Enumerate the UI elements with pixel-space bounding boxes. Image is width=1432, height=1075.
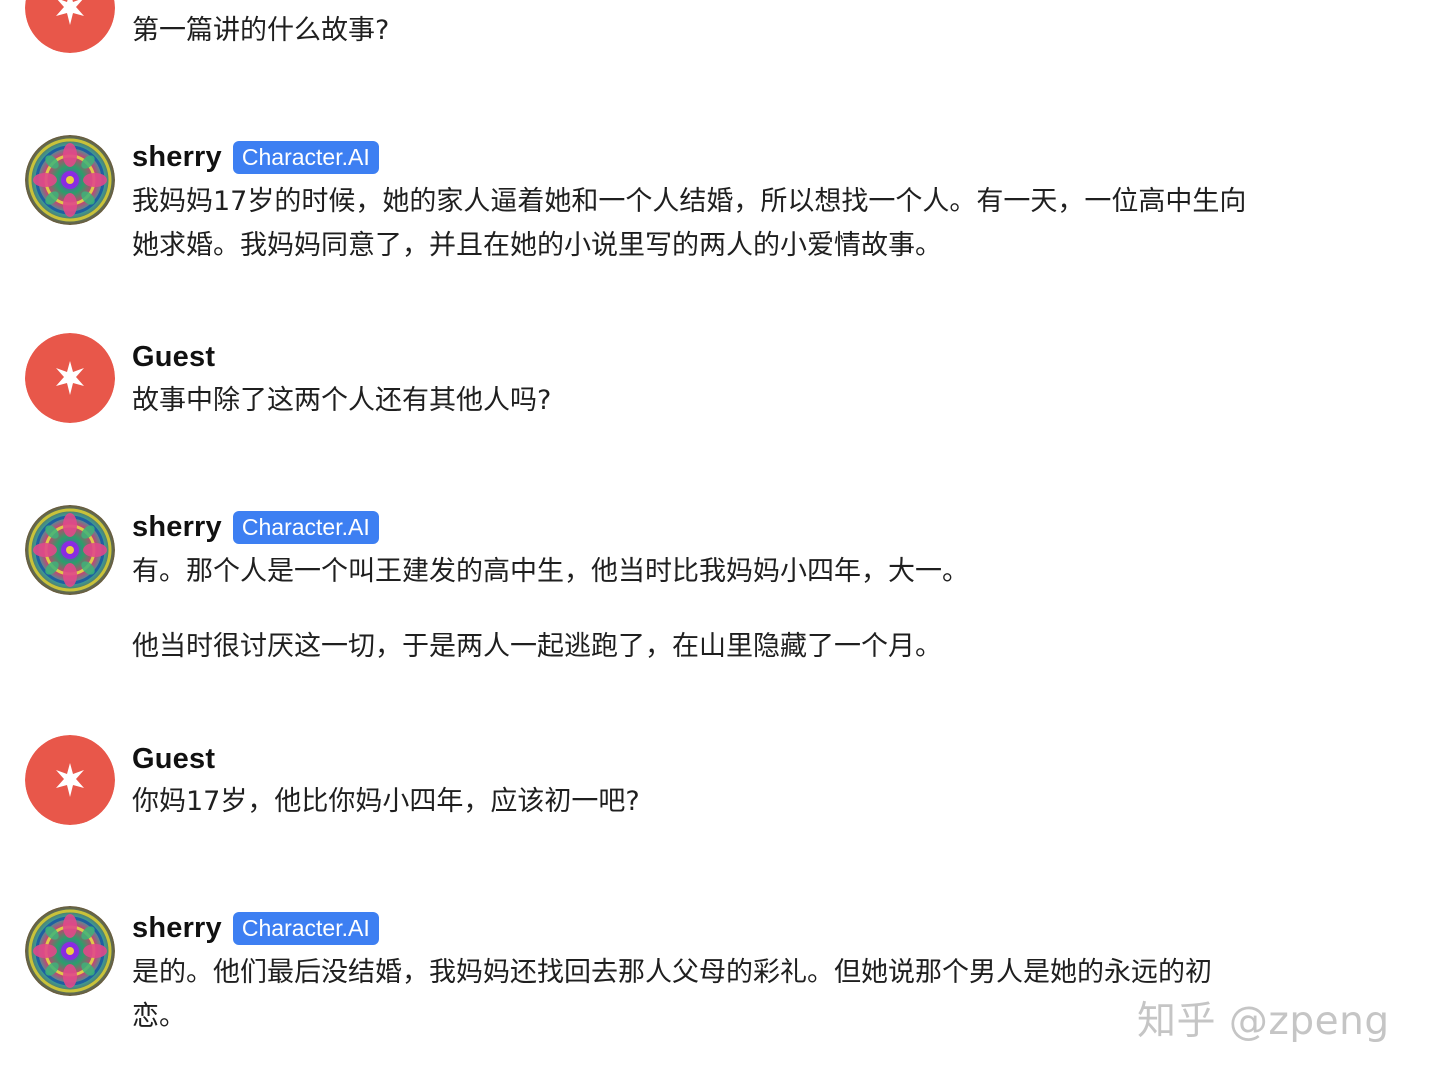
message-line: 我妈妈17岁的时候，她的家人逼着她和一个人结婚，所以想找一个人。有一天，一位高中… — [132, 186, 1247, 217]
sender-name: Guest — [132, 340, 216, 373]
message-line: 是的。他们最后没结婚，我妈妈还找回去那人父母的彩礼。但她说那个男人是她的永远的初 — [132, 957, 1212, 988]
chat-thread: 第一篇讲的什么故事? sherry Character.AI 我妈妈17岁的时候… — [0, 0, 1432, 1075]
message-text: 故事中除了这两个人还有其他人吗? — [132, 385, 552, 416]
sender-name: Guest — [132, 742, 216, 775]
message-header: sherry Character.AI — [132, 908, 379, 948]
message-header: Guest — [132, 739, 215, 779]
asterisk-icon — [25, 333, 115, 423]
character-ai-badge: Character.AI — [232, 140, 379, 174]
zhihu-watermark: 知乎 @zpeng — [1137, 999, 1390, 1044]
kaleidoscope-avatar-icon — [25, 906, 115, 996]
kaleidoscope-avatar-icon — [25, 135, 115, 225]
sender-name: sherry — [132, 911, 222, 944]
message-header: sherry Character.AI — [132, 507, 379, 547]
message-line: 她求婚。我妈妈同意了，并且在她的小说里写的两人的小爱情故事。 — [132, 230, 942, 261]
sender-name: sherry — [132, 140, 222, 173]
sender-name: sherry — [132, 510, 222, 543]
character-ai-badge: Character.AI — [232, 510, 379, 544]
message-paragraph: 他当时很讨厌这一切，于是两人一起逃跑了，在山里隐藏了一个月。 — [132, 631, 942, 662]
asterisk-icon — [25, 735, 115, 825]
guest-avatar-icon — [25, 0, 115, 53]
message-text: 我妈妈17岁的时候，她的家人逼着她和一个人结婚，所以想找一个人。有一天，一位高中… — [132, 180, 1392, 268]
character-ai-badge: Character.AI — [232, 911, 379, 945]
message-text: 第一篇讲的什么故事? — [132, 15, 390, 46]
message-header: sherry Character.AI — [132, 137, 379, 177]
kaleidoscope-avatar-icon — [25, 505, 115, 595]
message-paragraph: 有。那个人是一个叫王建发的高中生，他当时比我妈妈小四年，大一。 — [132, 556, 969, 587]
message-text: 你妈17岁，他比你妈小四年，应该初一吧? — [132, 786, 640, 817]
message-header: Guest — [132, 337, 215, 377]
